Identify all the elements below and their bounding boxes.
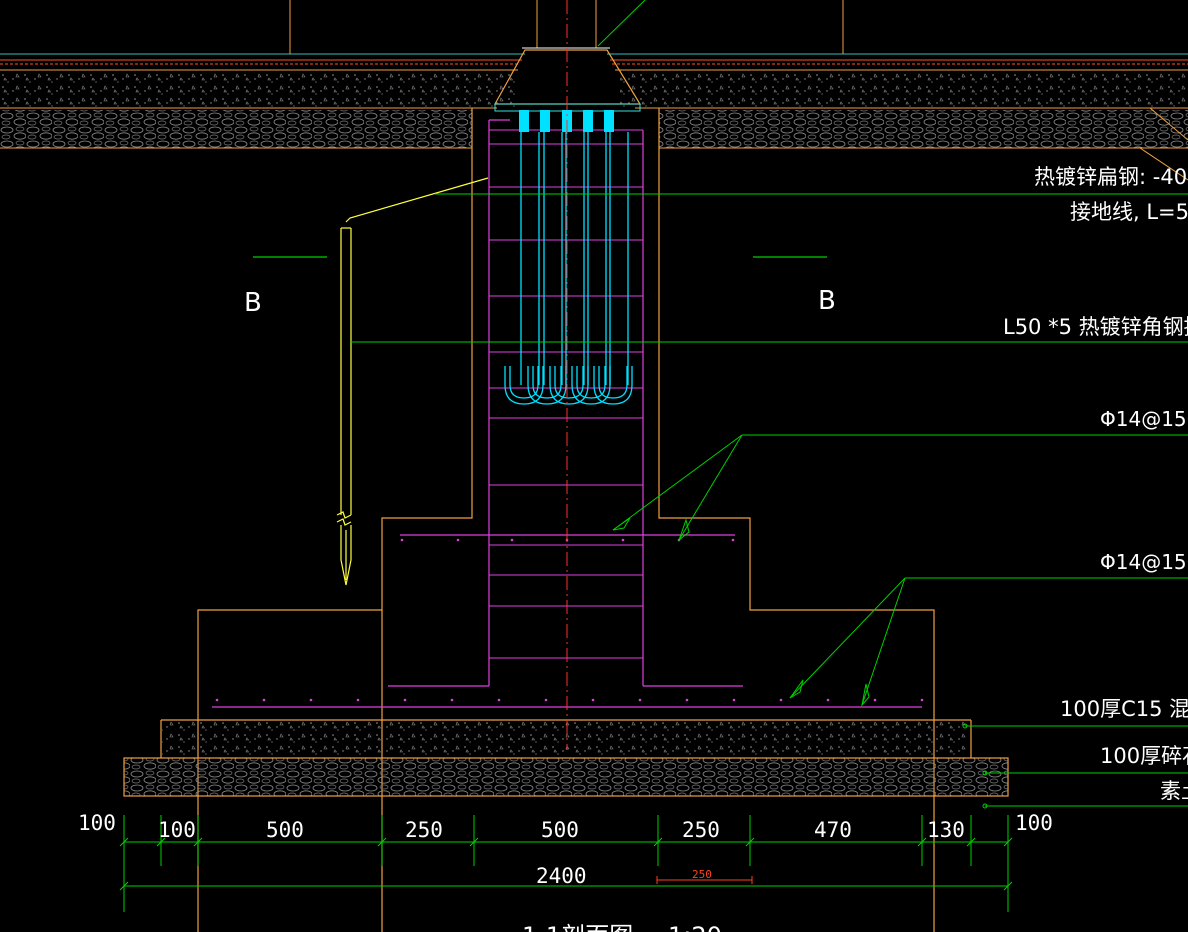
dim-total: 2400 <box>536 864 587 888</box>
leader-arrows <box>612 517 870 707</box>
section-mark-left: B <box>244 288 262 318</box>
dim-130: 130 <box>927 818 965 842</box>
rebar-dot-upper-2 <box>510 538 514 542</box>
ground-rod <box>336 177 489 586</box>
rebar-dot-upper-0 <box>400 538 404 542</box>
bolt-nut-3 <box>583 110 593 132</box>
bolt-hook-inner-0 <box>509 366 539 399</box>
rebar-dot-lower-4 <box>403 698 407 702</box>
title-name: 1-1剖面图 <box>522 922 633 932</box>
rebar-dot-lower-3 <box>356 698 360 702</box>
rebar-dot-lower-0 <box>215 698 219 702</box>
dim-250-left: 250 <box>405 818 443 842</box>
rebar-dot-upper-6 <box>731 538 735 542</box>
rebar-dot-lower-9 <box>638 698 642 702</box>
rebar-dots <box>215 538 924 702</box>
dim-100-outer-left: 100 <box>78 811 116 835</box>
bolt-nut-1 <box>540 110 550 132</box>
angle-steel-label: L50 *5 热镀锌角钢接地 <box>1003 315 1188 339</box>
rebar-dot-lower-10 <box>685 698 689 702</box>
rebar-dot-lower-12 <box>779 698 783 702</box>
rebar-dot-upper-1 <box>456 538 460 542</box>
title-scale: 1:20 <box>668 922 722 932</box>
dim-100-left: 100 <box>158 818 196 842</box>
rebar-dot-lower-11 <box>732 698 736 702</box>
rebar-dot-lower-15 <box>920 698 924 702</box>
section-mark-right: B <box>818 286 836 316</box>
rebar-dot-lower-2 <box>309 698 313 702</box>
rebar-dot-upper-4 <box>621 538 625 542</box>
dim-100-outer-right: 100 <box>1015 811 1053 835</box>
dim-sub-250: 250 <box>692 868 712 881</box>
rebar-upper-label: Φ14@150 <box>1100 407 1188 431</box>
rebar-dot-lower-1 <box>262 698 266 702</box>
bolt-hooks <box>504 132 633 405</box>
dim-500-center: 500 <box>541 818 579 842</box>
bolt-nut-0 <box>519 110 529 132</box>
dim-470: 470 <box>814 818 852 842</box>
anchor-bolts <box>504 110 633 405</box>
dim-250-right: 250 <box>682 818 720 842</box>
ground-wire-label: 接地线, L=5 <box>1070 200 1188 224</box>
foundation-section-drawing: B B 热镀锌扁钢: -40× 接地线, L=5 L50 *5 热镀锌角钢接地 … <box>0 0 1188 932</box>
soil-layer-label: 素土 <box>1160 779 1188 803</box>
bolt-nut-4 <box>604 110 614 132</box>
rebar-dot-lower-14 <box>873 698 877 702</box>
section-marks: B B <box>244 256 836 318</box>
gravel-layer-label: 100厚碎石 <box>1100 744 1188 768</box>
rebar-dot-lower-7 <box>544 698 548 702</box>
pavement-layers <box>0 0 1188 181</box>
flat-steel-label: 热镀锌扁钢: -40× <box>1034 165 1188 189</box>
drawing-title: 1-1剖面图 1:20 <box>522 922 722 932</box>
rebar-dot-lower-13 <box>826 698 830 702</box>
base-layers <box>123 721 1009 797</box>
rebar-lower-label: Φ14@150 <box>1100 550 1188 574</box>
rebar-dot-lower-5 <box>450 698 454 702</box>
rebar-dot-lower-8 <box>591 698 595 702</box>
dim-500-left: 500 <box>266 818 304 842</box>
concrete-layer-label: 100厚C15 混凝 <box>1060 697 1188 721</box>
dimension-texts: 100 100 500 250 500 250 470 130 100 2400… <box>78 811 1053 888</box>
rebar-dot-lower-6 <box>497 698 501 702</box>
annotations: 热镀锌扁钢: -40× 接地线, L=5 L50 *5 热镀锌角钢接地 Φ14@… <box>1003 165 1188 803</box>
